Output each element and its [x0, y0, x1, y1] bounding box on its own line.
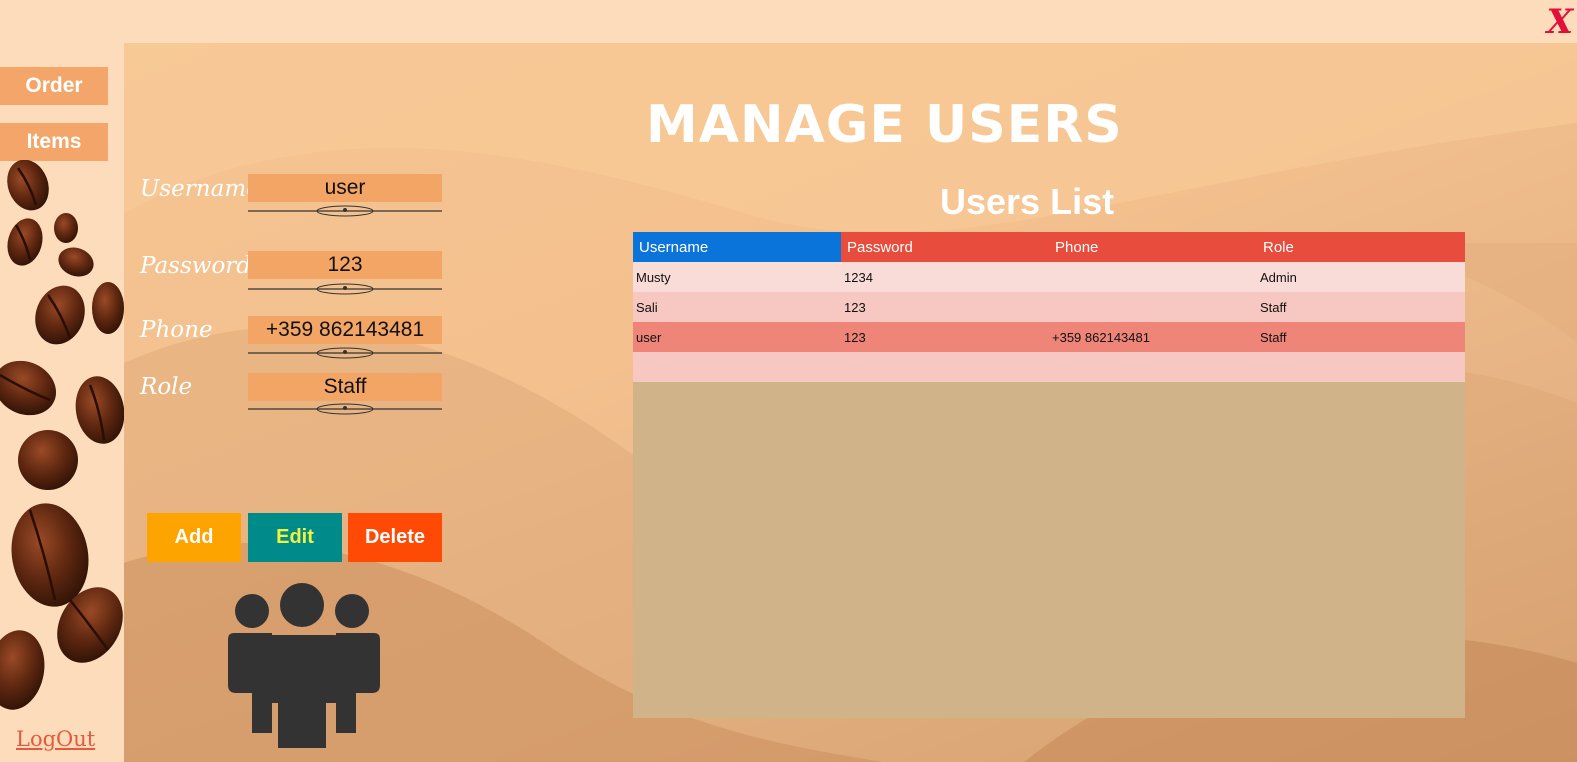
- table-row-selected[interactable]: user 123 +359 862143481 Staff: [633, 322, 1465, 352]
- cell-role: Staff: [1260, 299, 1287, 315]
- users-list-title: Users List: [940, 181, 1115, 222]
- users-table[interactable]: Username Password Phone Role Musty 1234 …: [633, 232, 1465, 718]
- cell-username: Sali: [636, 299, 658, 315]
- column-header-role[interactable]: Role: [1257, 232, 1465, 262]
- role-label: Role: [140, 374, 193, 400]
- password-label: Password: [140, 253, 252, 279]
- main-panel: MANAGE USERS Username Password Phone Rol…: [124, 43, 1577, 762]
- cell-username: user: [636, 329, 662, 345]
- username-input[interactable]: [248, 174, 442, 202]
- column-header-password[interactable]: Password: [841, 232, 1049, 262]
- add-button[interactable]: Add: [147, 513, 241, 562]
- phone-label: Phone: [140, 317, 213, 343]
- ornament-divider: [248, 283, 442, 295]
- page-title: MANAGE USERS: [646, 95, 1123, 155]
- cell-password: 1234: [844, 269, 873, 285]
- ornament-divider: [248, 347, 442, 359]
- coffee-beans-image: [0, 160, 124, 710]
- delete-button[interactable]: Delete: [348, 513, 442, 562]
- close-button[interactable]: X: [1547, 0, 1573, 44]
- logout-link[interactable]: LogOut: [16, 727, 95, 751]
- cell-role: Staff: [1260, 329, 1287, 345]
- column-header-username[interactable]: Username: [633, 232, 841, 262]
- table-row[interactable]: Musty 1234 Admin: [633, 262, 1465, 292]
- table-row[interactable]: Sali 123 Staff: [633, 292, 1465, 322]
- cell-password: 123: [844, 299, 866, 315]
- order-button[interactable]: Order: [0, 67, 108, 105]
- items-button[interactable]: Items: [0, 123, 108, 161]
- column-header-phone[interactable]: Phone: [1049, 232, 1257, 262]
- password-input[interactable]: [248, 251, 442, 279]
- ornament-divider: [248, 403, 442, 415]
- edit-button[interactable]: Edit: [248, 513, 342, 562]
- sidebar: Order Items LogOut: [0, 0, 124, 762]
- ornament-divider: [248, 205, 442, 217]
- cell-phone: +359 862143481: [1052, 329, 1150, 345]
- phone-input[interactable]: [248, 316, 442, 344]
- cell-username: Musty: [636, 269, 671, 285]
- cell-password: 123: [844, 329, 866, 345]
- table-header: Username Password Phone Role: [633, 232, 1465, 262]
- table-row-new[interactable]: [633, 352, 1465, 382]
- cell-role: Admin: [1260, 269, 1297, 285]
- role-input[interactable]: [248, 373, 442, 401]
- username-label: Username: [140, 176, 260, 202]
- users-group-icon: [228, 583, 380, 748]
